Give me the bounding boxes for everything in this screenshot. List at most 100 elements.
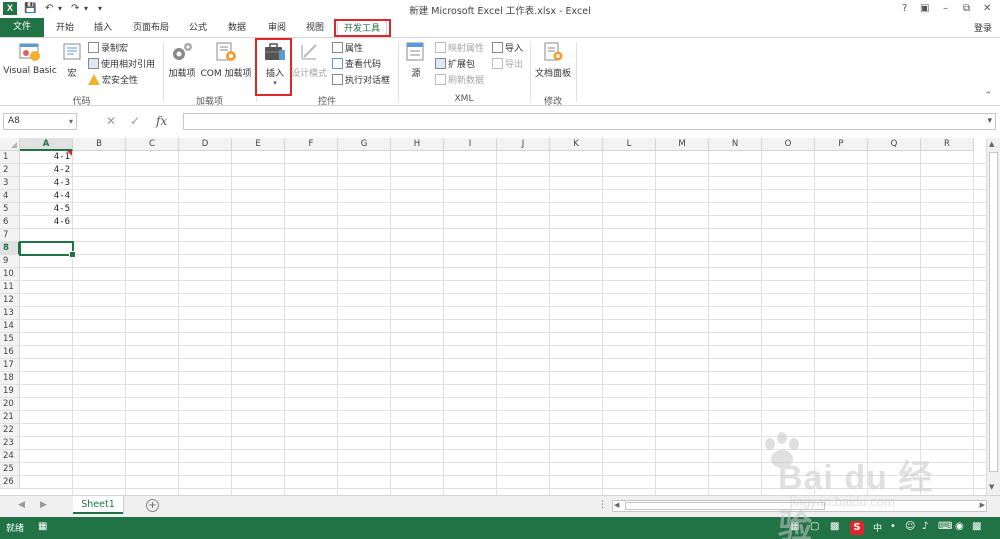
row-header-9[interactable]: 9 (0, 255, 20, 268)
scroll-right-icon[interactable]: ▶ (980, 501, 985, 509)
tab-review[interactable]: 审阅 (262, 20, 292, 36)
expansion-packs-button[interactable]: 扩展包 (435, 58, 475, 71)
next-sheet-icon[interactable]: ▶ (40, 500, 47, 510)
relative-refs-button[interactable]: 使用相对引用 (88, 58, 155, 71)
prev-sheet-icon[interactable]: ◀ (18, 500, 25, 510)
row-header-19[interactable]: 19 (0, 385, 20, 398)
column-header-p[interactable]: P (815, 138, 868, 151)
column-header-c[interactable]: C (126, 138, 179, 151)
row-header-8[interactable]: 8 (0, 242, 20, 255)
tab-view[interactable]: 视图 (300, 20, 330, 36)
row-header-13[interactable]: 13 (0, 307, 20, 320)
row-header-11[interactable]: 11 (0, 281, 20, 294)
run-dialog-button[interactable]: 执行对话框 (332, 74, 390, 87)
row-header-5[interactable]: 5 (0, 203, 20, 216)
row-header-26[interactable]: 26 (0, 476, 20, 489)
minimize-icon[interactable]: – (943, 2, 948, 16)
row-header-24[interactable]: 24 (0, 450, 20, 463)
macro-record-status-icon[interactable]: ▦ (38, 521, 47, 532)
column-header-b[interactable]: B (73, 138, 126, 151)
row-header-18[interactable]: 18 (0, 372, 20, 385)
scroll-down-icon[interactable]: ▼ (989, 483, 994, 491)
design-mode-button[interactable]: 设计模式 (290, 41, 328, 79)
vertical-scroll-thumb[interactable] (989, 152, 998, 472)
vertical-scrollbar[interactable]: ▲ ▼ (986, 138, 1000, 495)
row-header-3[interactable]: 3 (0, 177, 20, 190)
view-code-button[interactable]: 查看代码 (332, 58, 381, 71)
row-header-15[interactable]: 15 (0, 333, 20, 346)
tools-icon[interactable]: ▩ (972, 521, 981, 532)
column-header-i[interactable]: I (444, 138, 497, 151)
column-header-e[interactable]: E (232, 138, 285, 151)
add-sheet-button[interactable]: + (146, 499, 159, 512)
enter-icon[interactable]: ✓ (130, 113, 140, 130)
document-panel-button[interactable]: 文档面板 (533, 41, 573, 79)
row-header-21[interactable]: 21 (0, 411, 20, 424)
row-header-2[interactable]: 2 (0, 164, 20, 177)
row-header-1[interactable]: 1 (0, 151, 20, 164)
row-header-6[interactable]: 6 (0, 216, 20, 229)
properties-button[interactable]: 属性 (332, 42, 363, 55)
cell-a5[interactable]: 4-5 (20, 203, 73, 216)
formula-input[interactable]: ▾ (183, 113, 996, 130)
macros-button[interactable]: 宏 (60, 41, 84, 79)
macro-security-button[interactable]: 宏安全性 (88, 74, 138, 87)
tab-insert[interactable]: 插入 (88, 20, 118, 36)
active-cell-a8[interactable] (19, 241, 76, 258)
column-header-o[interactable]: O (762, 138, 815, 151)
login-link[interactable]: 登录 (974, 21, 992, 34)
column-header-g[interactable]: G (338, 138, 391, 151)
restore-icon[interactable]: ⧉ (963, 2, 970, 16)
row-header-22[interactable]: 22 (0, 424, 20, 437)
tab-home[interactable]: 开始 (50, 20, 80, 36)
row-header-12[interactable]: 12 (0, 294, 20, 307)
visual-basic-button[interactable]: Visual Basic (2, 41, 58, 76)
help-button[interactable]: ? (902, 2, 907, 16)
com-addins-button[interactable]: COM 加载项 (198, 41, 254, 79)
column-header-f[interactable]: F (285, 138, 338, 151)
tab-file[interactable]: 文件 (0, 18, 44, 37)
sheet-tab-sheet1[interactable]: Sheet1 (73, 496, 123, 514)
row-header-17[interactable]: 17 (0, 359, 20, 372)
insert-function-button[interactable]: fx (156, 113, 167, 130)
expand-formula-icon[interactable]: ▾ (987, 116, 992, 126)
ribbon-display-icon[interactable]: ▣ (920, 2, 929, 16)
xml-source-button[interactable]: 源 (403, 41, 429, 79)
column-header-h[interactable]: H (391, 138, 444, 151)
collapse-ribbon-icon[interactable]: ⌃ (984, 91, 992, 101)
column-header-l[interactable]: L (603, 138, 656, 151)
addins-button[interactable]: 加载项 (166, 41, 198, 79)
tab-formulas[interactable]: 公式 (183, 20, 213, 36)
row-header-25[interactable]: 25 (0, 463, 20, 476)
record-macro-button[interactable]: 录制宏 (88, 42, 128, 55)
column-header-q[interactable]: Q (868, 138, 921, 151)
row-header-7[interactable]: 7 (0, 229, 20, 242)
column-header-k[interactable]: K (550, 138, 603, 151)
column-header-r[interactable]: R (921, 138, 974, 151)
cell-a3[interactable]: 4-3 (20, 177, 73, 190)
refresh-data-button[interactable]: 刷新数据 (435, 74, 484, 87)
name-box[interactable]: A8 ▾ (3, 113, 77, 130)
xml-import-button[interactable]: 导入 (492, 42, 523, 55)
name-box-dropdown-icon[interactable]: ▾ (69, 114, 73, 129)
column-header-m[interactable]: M (656, 138, 709, 151)
select-all-button[interactable] (0, 138, 20, 151)
scroll-left-icon[interactable]: ◀ (614, 501, 619, 509)
cell-a1[interactable]: 4-1 (20, 151, 73, 164)
tab-page-layout[interactable]: 页面布局 (128, 20, 174, 36)
column-header-a[interactable]: A (20, 138, 73, 151)
row-header-14[interactable]: 14 (0, 320, 20, 333)
row-header-23[interactable]: 23 (0, 437, 20, 450)
map-properties-button[interactable]: 映射属性 (435, 42, 484, 55)
cell-a6[interactable]: 4-6 (20, 216, 73, 229)
row-header-4[interactable]: 4 (0, 190, 20, 203)
split-handle-icon[interactable]: ⋮ (598, 500, 607, 510)
row-header-10[interactable]: 10 (0, 268, 20, 281)
xml-export-button[interactable]: 导出 (492, 58, 523, 71)
row-header-16[interactable]: 16 (0, 346, 20, 359)
column-header-j[interactable]: J (497, 138, 550, 151)
scroll-up-icon[interactable]: ▲ (989, 140, 994, 148)
column-header-n[interactable]: N (709, 138, 762, 151)
cancel-icon[interactable]: ✕ (106, 113, 116, 130)
close-icon[interactable]: ✕ (983, 2, 991, 16)
